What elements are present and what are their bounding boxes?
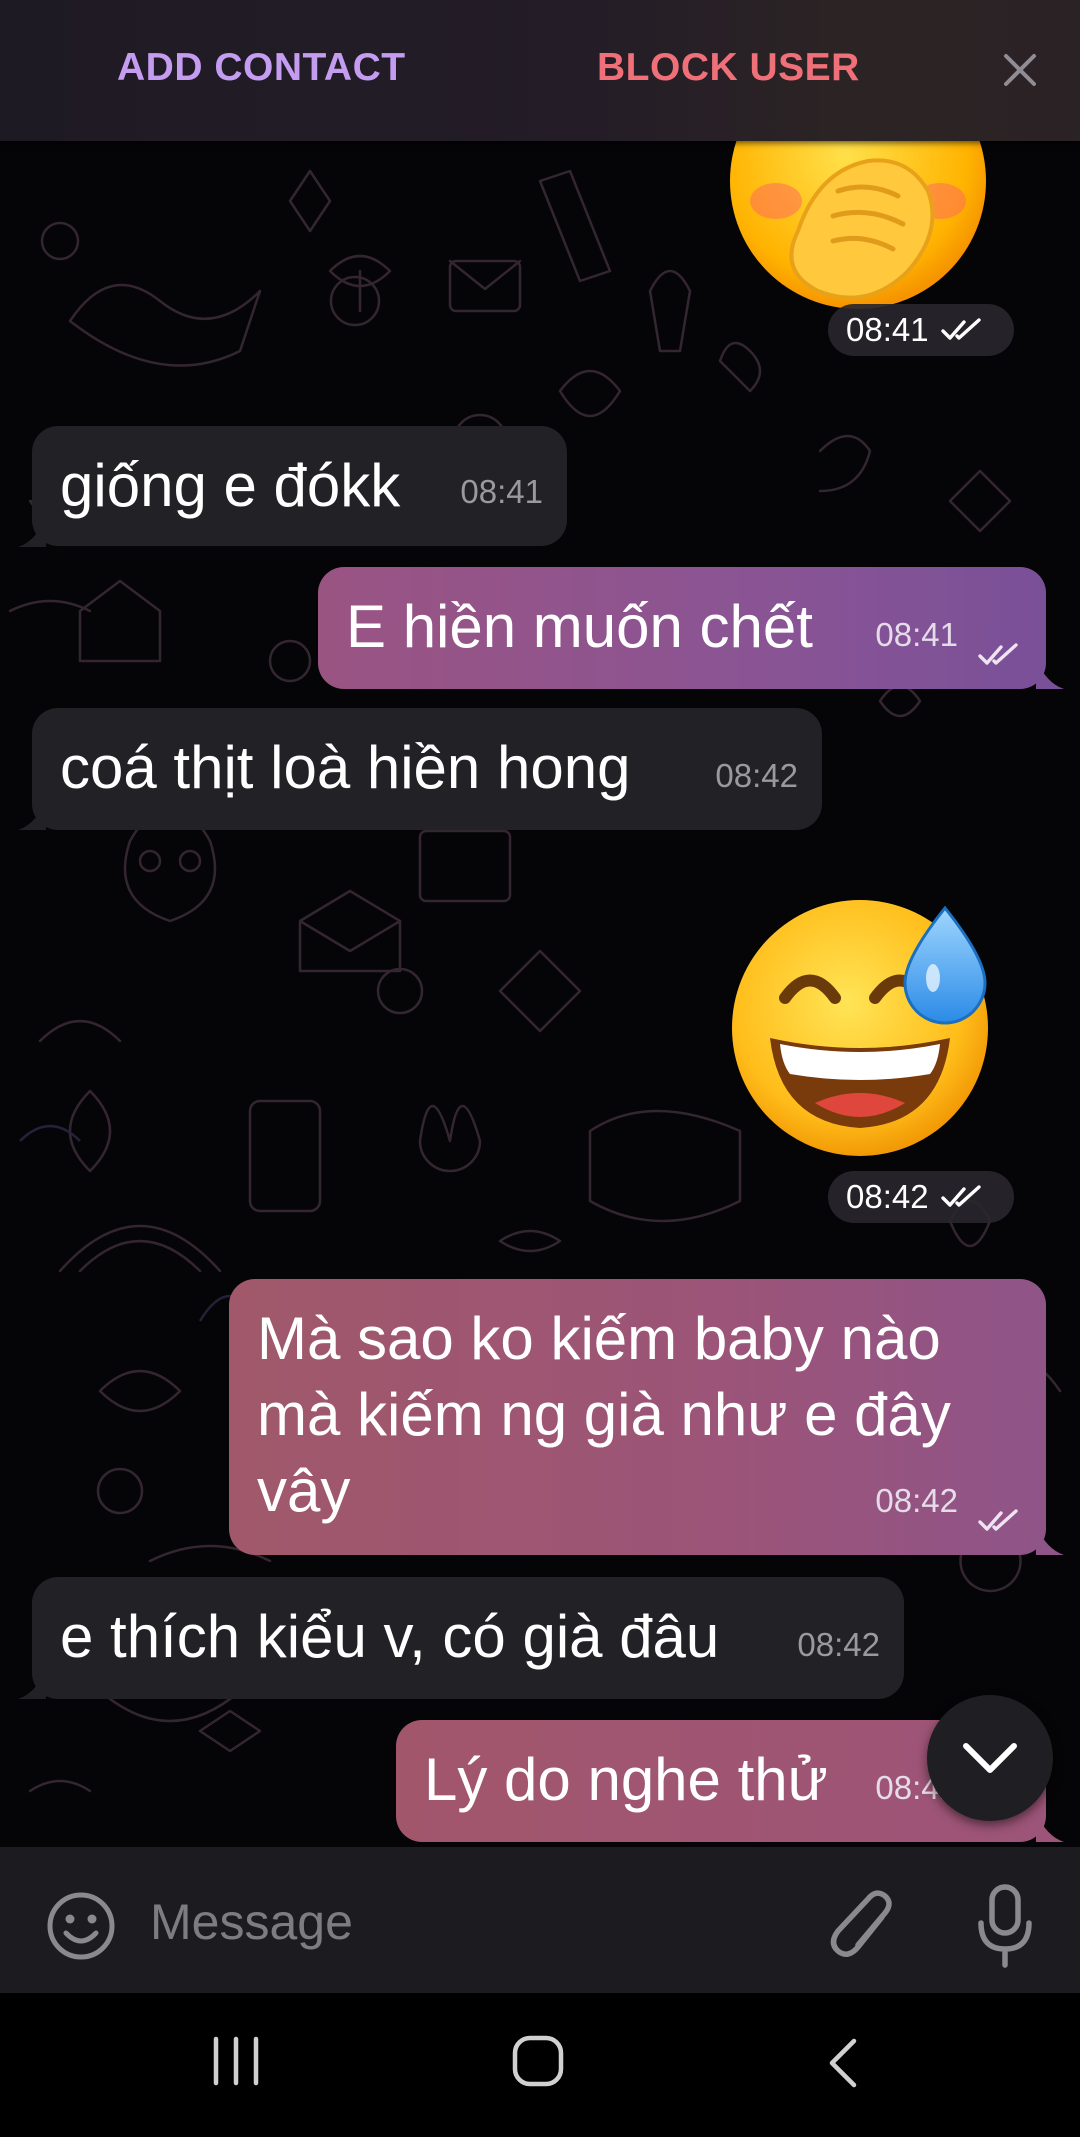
double-check-icon xyxy=(978,643,1018,665)
smile-icon[interactable] xyxy=(46,1891,116,1961)
outgoing-message[interactable]: Mà sao ko kiếm baby nào mà kiếm ng già n… xyxy=(229,1279,1046,1555)
system-navigation-bar xyxy=(0,1993,1080,2137)
bubble-tail xyxy=(1036,659,1064,689)
scroll-to-bottom-button[interactable] xyxy=(927,1695,1053,1821)
chevron-down-icon xyxy=(963,1743,1017,1773)
block-user-button[interactable]: BLOCK USER xyxy=(597,46,860,90)
recent-apps-icon[interactable] xyxy=(210,2031,262,2091)
message-time: 08:41 xyxy=(875,616,958,653)
double-check-icon xyxy=(940,1185,981,1207)
sticker-timestamp: 08:41 xyxy=(828,304,1014,356)
sticker-timestamp: 08:42 xyxy=(828,1171,1014,1223)
microphone-icon[interactable] xyxy=(975,1883,1035,1969)
outgoing-message[interactable]: E hiền muốn chết 08:41 xyxy=(318,567,1046,689)
message-text: giống e đókk xyxy=(60,452,401,519)
message-text: Mà sao ko kiếm baby nào mà kiếm ng già n… xyxy=(257,1305,951,1524)
incoming-message[interactable]: coá thịt loà hiền hong 08:42 xyxy=(32,708,822,830)
bubble-tail xyxy=(1036,1525,1064,1555)
message-time: 08:42 xyxy=(846,1178,929,1215)
message-text: E hiền muốn chết xyxy=(346,593,813,660)
double-check-icon xyxy=(940,318,981,340)
message-time: 08:42 xyxy=(715,757,798,794)
back-icon[interactable] xyxy=(822,2035,862,2091)
bubble-tail xyxy=(1036,1812,1064,1842)
message-input[interactable] xyxy=(150,1885,790,1959)
home-icon[interactable] xyxy=(510,2033,566,2089)
add-contact-button[interactable]: ADD CONTACT xyxy=(117,46,406,90)
grinning-face-with-sweat-sticker[interactable] xyxy=(725,888,995,1158)
chat-action-bar: ADD CONTACT BLOCK USER xyxy=(0,0,1080,141)
incoming-message[interactable]: e thích kiểu v, có già đâu 08:42 xyxy=(32,1577,904,1699)
face-with-hand-over-mouth-sticker[interactable] xyxy=(728,141,988,321)
message-time: 08:42 xyxy=(797,1626,880,1663)
bubble-tail xyxy=(18,800,46,830)
message-composer xyxy=(0,1847,1080,1993)
message-text: e thích kiểu v, có già đâu xyxy=(60,1603,720,1670)
message-time: 08:41 xyxy=(460,473,543,510)
bubble-tail xyxy=(18,517,46,547)
incoming-message[interactable]: giống e đókk 08:41 xyxy=(32,426,567,546)
double-check-icon xyxy=(978,1509,1018,1531)
bubble-tail xyxy=(18,1669,46,1699)
message-text: Lý do nghe thử xyxy=(424,1746,828,1813)
close-icon[interactable] xyxy=(1000,50,1040,90)
message-time: 08:41 xyxy=(846,311,929,348)
chat-history[interactable]: 08:41 giống e đókk 08:41 E hiền muốn chế… xyxy=(0,141,1080,1847)
paperclip-icon[interactable] xyxy=(830,1887,900,1967)
message-time: 08:42 xyxy=(875,1482,958,1519)
message-text: coá thịt loà hiền hong xyxy=(60,734,631,801)
